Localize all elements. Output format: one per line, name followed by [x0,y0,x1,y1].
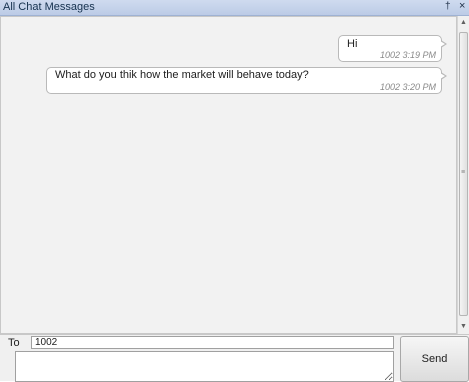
scroll-thumb[interactable]: ≡ [459,32,468,316]
panel-titlebar: All Chat Messages † × [0,0,469,16]
recipient-input[interactable] [31,336,394,349]
grip-icon: ≡ [461,169,466,176]
chat-history[interactable]: Hi 1002 3:19 PM What do you thik how the… [0,16,457,334]
message-text: Hi [347,38,358,50]
message-timestamp: 1002 3:20 PM [379,82,436,92]
pin-icon[interactable]: † [445,1,451,12]
scroll-up-icon[interactable]: ▲ [458,17,469,29]
chat-message: Hi 1002 3:19 PM [338,35,447,62]
to-label: To [8,337,20,349]
message-input[interactable] [15,351,394,382]
panel-title: All Chat Messages [3,1,95,13]
send-button[interactable]: Send [400,336,469,382]
scroll-down-icon[interactable]: ▼ [458,321,469,333]
chat-message: What do you thik how the market will beh… [46,67,447,94]
close-icon[interactable]: × [459,0,465,12]
compose-area: To Send [0,334,469,382]
message-text: What do you thik how the market will beh… [55,69,309,81]
message-timestamp: 1002 3:19 PM [379,50,436,60]
vertical-scrollbar[interactable]: ▲ ≡ ▼ [457,16,469,334]
